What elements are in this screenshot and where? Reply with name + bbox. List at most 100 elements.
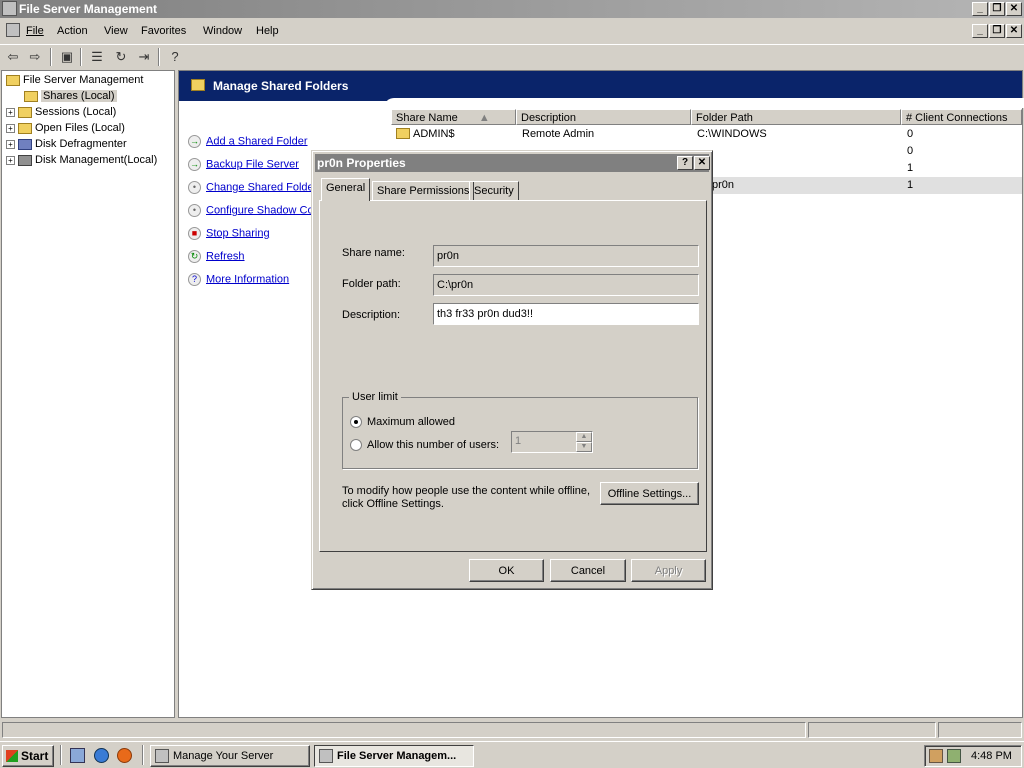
disk-icon	[18, 154, 32, 166]
column-description[interactable]: Description	[516, 109, 691, 125]
refresh-icon[interactable]: ↻	[112, 48, 130, 66]
shared-folder-icon	[396, 128, 410, 139]
menu-file[interactable]: File	[26, 25, 44, 37]
clock[interactable]: 4:48 PM	[971, 750, 1012, 762]
up-folder-icon[interactable]: ▣	[58, 48, 76, 66]
column-client-connections[interactable]: # Client Connections	[901, 109, 1022, 125]
menu-window[interactable]: Window	[203, 25, 242, 37]
expand-icon[interactable]: +	[6, 139, 15, 149]
menu-help[interactable]: Help	[256, 25, 279, 37]
properties-dialog: pr0n Properties ? ✕ General Share Permis…	[311, 150, 713, 590]
task-change-shared-folder[interactable]: • Change Shared Folde	[188, 181, 314, 197]
gear-icon: •	[188, 181, 201, 194]
offline-settings-button[interactable]: Offline Settings...	[600, 482, 699, 505]
arrow-right-icon: →	[188, 158, 201, 171]
task-refresh[interactable]: ↻ Refresh	[188, 250, 245, 266]
offline-text-line2: click Offline Settings.	[342, 498, 444, 510]
maximum-allowed-radio[interactable]	[350, 416, 362, 428]
minimize-button[interactable]: _	[972, 2, 988, 16]
expand-icon[interactable]: +	[6, 107, 15, 117]
menu-view[interactable]: View	[104, 25, 128, 37]
arrow-right-icon: →	[188, 135, 201, 148]
help-icon: ?	[188, 273, 201, 286]
menu-favorites[interactable]: Favorites	[141, 25, 186, 37]
refresh-icon: ↻	[188, 250, 201, 263]
internet-explorer-icon[interactable]	[94, 748, 109, 763]
tree-item-shares[interactable]: Shares (Local)	[24, 90, 117, 106]
status-pane	[808, 722, 936, 738]
description-input[interactable]: th3 fr33 pr0n dud3!!	[433, 303, 699, 325]
task-backup-file-server[interactable]: → Backup File Server	[188, 158, 299, 174]
taskbar: Start Manage Your Server File Server Man…	[0, 741, 1024, 768]
task-more-information[interactable]: ? More Information	[188, 273, 289, 289]
dialog-close-button[interactable]: ✕	[694, 156, 710, 170]
tree-item-defrag[interactable]: + Disk Defragmenter	[6, 138, 127, 154]
status-bar	[0, 720, 1024, 740]
child-minimize-button[interactable]: _	[972, 24, 988, 38]
taskbar-button-file-server-management[interactable]: File Server Managem...	[314, 745, 474, 767]
taskbar-separator	[60, 745, 62, 765]
shared-folder-icon	[191, 79, 205, 91]
start-button[interactable]: Start	[2, 745, 54, 767]
system-tray: 4:48 PM	[924, 745, 1022, 767]
child-restore-button[interactable]: ❐	[989, 24, 1005, 38]
toolbar-separator	[80, 48, 82, 66]
task-stop-sharing[interactable]: ■ Stop Sharing	[188, 227, 270, 243]
tab-share-permissions[interactable]: Share Permissions	[372, 181, 475, 201]
spinner-up-icon: ▲	[576, 432, 592, 442]
show-desktop-icon[interactable]	[70, 748, 85, 763]
menu-bar: File Action View Favorites Window Help _…	[0, 20, 1024, 42]
folder-icon	[18, 106, 32, 118]
taskbar-button-manage-your-server[interactable]: Manage Your Server	[150, 745, 310, 767]
user-limit-label: User limit	[349, 391, 401, 403]
dialog-title-bar: pr0n Properties ? ✕	[315, 154, 710, 172]
network-icon[interactable]	[929, 749, 943, 763]
tab-security[interactable]: Security	[469, 181, 519, 201]
tree-item-sessions[interactable]: + Sessions (Local)	[6, 106, 116, 122]
toolbar-separator	[158, 48, 160, 66]
tree-item-disk-management[interactable]: + Disk Management(Local)	[6, 154, 157, 170]
table-row[interactable]: ADMIN$ Remote Admin C:\WINDOWS 0	[392, 126, 1022, 143]
close-button[interactable]: ✕	[1006, 2, 1022, 16]
server-icon	[155, 749, 169, 763]
column-share-name[interactable]: Share Name ▲	[391, 109, 516, 125]
description-label: Description:	[342, 309, 401, 321]
maximum-allowed-label[interactable]: Maximum allowed	[367, 416, 455, 428]
tab-general[interactable]: General	[321, 178, 371, 201]
expand-icon[interactable]: +	[6, 155, 15, 165]
ok-button[interactable]: OK	[469, 559, 544, 582]
menu-action[interactable]: Action	[57, 25, 88, 37]
export-icon[interactable]: ⇥	[135, 48, 153, 66]
allow-number-label[interactable]: Allow this number of users:	[367, 439, 499, 451]
forward-icon[interactable]: ⇨	[26, 48, 44, 66]
mmc-icon	[319, 749, 333, 763]
status-pane	[938, 722, 1022, 738]
folder-path-field: C:\pr0n	[433, 274, 699, 296]
title-bar: File Server Management _ ❐ ✕	[0, 0, 1024, 18]
task-configure-shadow-copies[interactable]: • Configure Shadow Co	[188, 204, 314, 220]
taskbar-separator	[142, 745, 144, 765]
folder-icon	[18, 122, 32, 134]
column-folder-path[interactable]: Folder Path	[691, 109, 901, 125]
security-icon[interactable]	[947, 749, 961, 763]
share-name-label: Share name:	[342, 247, 405, 259]
properties-icon[interactable]: ☰	[88, 48, 106, 66]
tree-root[interactable]: File Server Management	[6, 74, 143, 90]
expand-icon[interactable]: +	[6, 123, 15, 133]
help-icon[interactable]: ?	[166, 48, 184, 66]
back-icon[interactable]: ⇦	[4, 48, 22, 66]
tree-item-open-files[interactable]: + Open Files (Local)	[6, 122, 125, 138]
cancel-button[interactable]: Cancel	[550, 559, 626, 582]
banner: Manage Shared Folders	[179, 71, 1022, 101]
firefox-icon[interactable]	[117, 748, 132, 763]
maximize-button[interactable]: ❐	[989, 2, 1005, 16]
app-icon	[2, 1, 17, 16]
dialog-help-button[interactable]: ?	[677, 156, 693, 170]
child-close-button[interactable]: ✕	[1006, 24, 1022, 38]
mmc-icon	[6, 23, 20, 37]
allow-number-radio[interactable]	[350, 439, 362, 451]
apply-button: Apply	[631, 559, 706, 582]
sort-ascending-icon: ▲	[478, 112, 490, 124]
task-add-shared-folder[interactable]: → Add a Shared Folder	[188, 135, 308, 151]
offline-text-line1: To modify how people use the content whi…	[342, 485, 591, 497]
